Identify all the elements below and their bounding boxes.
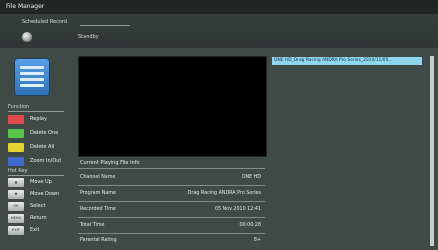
file-manager-icon xyxy=(14,58,50,96)
file-list-scrollbar[interactable] xyxy=(430,56,434,246)
scheduled-record-label: Scheduled Record xyxy=(22,19,68,25)
info-value: 00:00:28 xyxy=(239,223,261,228)
up-key-icon: ▲ xyxy=(8,178,24,187)
exit-key-icon: EXIT xyxy=(8,226,24,235)
hotkey-move-up[interactable]: ▲ Move Up xyxy=(8,178,68,187)
info-divider xyxy=(78,201,265,202)
info-key: Total Time xyxy=(80,223,105,228)
function-zoom[interactable]: Zoom In/Out xyxy=(8,157,68,166)
function-label: Zoom In/Out xyxy=(30,158,62,164)
yellow-button-icon xyxy=(8,143,24,152)
hotkey-exit[interactable]: EXIT Exit xyxy=(8,226,68,235)
info-row-channel: Channel Name ONE HD xyxy=(78,172,265,184)
function-delete-all[interactable]: Delete All xyxy=(8,143,68,152)
hotkey-label: Return xyxy=(30,215,47,221)
info-value: ONE HD xyxy=(241,175,261,180)
icon-bar xyxy=(20,84,44,87)
hotkey-return[interactable]: MENU Return xyxy=(8,214,68,223)
record-icon xyxy=(22,32,32,42)
green-button-icon xyxy=(8,129,24,138)
scheduled-record-bar: Scheduled Record Standby xyxy=(0,14,438,48)
menu-key-icon: MENU xyxy=(8,214,24,223)
info-row-total-time: Total Time 00:00:28 xyxy=(78,220,265,232)
file-info-panel: Current Playing File Info Channel Name O… xyxy=(78,160,265,246)
function-label: Delete One xyxy=(30,130,59,136)
hot-key-title: Hot Key xyxy=(8,168,28,174)
hot-key-divider xyxy=(8,175,64,176)
info-divider xyxy=(78,185,265,186)
scheduled-status: Standby xyxy=(78,34,99,40)
hotkey-label: Move Down xyxy=(30,191,60,197)
hotkey-move-down[interactable]: ▼ Move Down xyxy=(8,190,68,199)
window-title: File Manager xyxy=(0,0,438,14)
function-replay[interactable]: Replay xyxy=(8,115,68,124)
info-value: 05 Nov 2010 12:41 xyxy=(214,207,261,212)
function-label: Replay xyxy=(30,116,47,122)
red-button-icon xyxy=(8,115,24,124)
left-panel: Function Replay Delete One Delete All Zo… xyxy=(6,54,72,245)
info-value: 8+ xyxy=(253,238,261,243)
info-row-recorded-time: Recorded Time 05 Nov 2010 12:41 xyxy=(78,204,265,216)
info-row-program: Program Name Drag Racing ANDRA Pro Serie… xyxy=(78,188,265,200)
function-delete-one[interactable]: Delete One xyxy=(8,129,68,138)
divider xyxy=(80,25,130,26)
info-divider xyxy=(78,217,265,218)
video-preview xyxy=(78,56,267,157)
info-row-parental-rating: Parental Rating 8+ xyxy=(78,235,265,247)
icon-bar xyxy=(20,66,44,69)
file-list-item[interactable]: ONE HD_Drag Racing ANDRA Pro Series_2010… xyxy=(272,57,422,65)
info-key: Parental Rating xyxy=(80,238,117,243)
file-info-heading: Current Playing File Info xyxy=(80,160,140,166)
icon-bar xyxy=(20,72,44,75)
info-key: Channel Name xyxy=(80,175,116,180)
hotkey-label: Select xyxy=(30,203,46,209)
blue-button-icon xyxy=(8,157,24,166)
scrollbar-thumb[interactable] xyxy=(430,56,434,246)
function-title: Function xyxy=(8,104,30,110)
info-key: Recorded Time xyxy=(80,207,116,212)
icon-bar xyxy=(20,78,44,81)
ok-key-icon: OK xyxy=(8,202,24,211)
file-list: ONE HD_Drag Racing ANDRA Pro Series_2010… xyxy=(270,54,428,246)
hotkey-label: Exit xyxy=(30,227,40,233)
hotkey-label: Move Up xyxy=(30,179,52,185)
info-divider xyxy=(78,233,265,234)
hotkey-select[interactable]: OK Select xyxy=(8,202,68,211)
function-label: Delete All xyxy=(30,144,55,150)
down-key-icon: ▼ xyxy=(8,190,24,199)
info-key: Program Name xyxy=(80,191,116,196)
function-divider xyxy=(8,111,64,112)
info-divider xyxy=(78,168,265,169)
info-value: Drag Racing ANDRA Pro Series xyxy=(187,191,261,196)
